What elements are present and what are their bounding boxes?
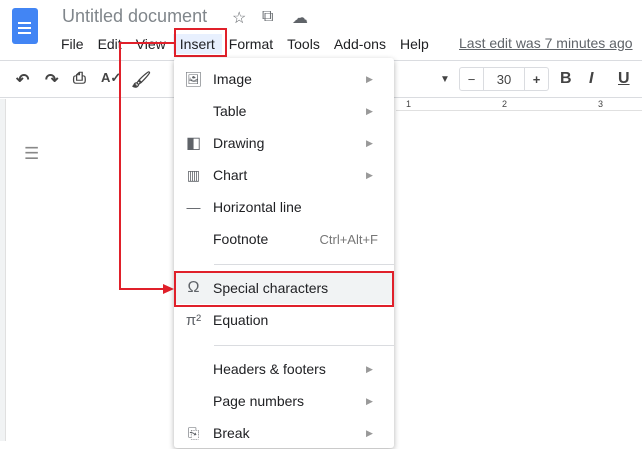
submenu-arrow-icon: ▶ <box>366 395 373 406</box>
submenu-arrow-icon: ▶ <box>366 137 373 148</box>
image-icon: 🖼 <box>184 70 203 87</box>
menu-item-equation[interactable]: π² Equation <box>174 304 394 336</box>
menu-separator <box>214 345 394 346</box>
submenu-arrow-icon: ▶ <box>366 169 373 180</box>
chart-icon: ▥ <box>186 166 201 183</box>
submenu-arrow-icon: ▶ <box>366 363 373 374</box>
menu-item-break[interactable]: ⎘ Break ▶ <box>174 417 394 449</box>
menu-item-page-numbers[interactable]: Page numbers ▶ <box>174 385 394 417</box>
submenu-arrow-icon: ▶ <box>366 105 373 116</box>
menu-item-horizontal-line[interactable]: — Horizontal line <box>174 191 394 223</box>
pi-icon: π² <box>185 311 202 329</box>
menu-item-footnote[interactable]: Footnote Ctrl+Alt+F <box>174 223 394 255</box>
menu-separator <box>214 264 394 265</box>
menu-item-drawing[interactable]: ◧ Drawing ▶ <box>174 127 394 159</box>
insert-menu: 🖼 Image ▶ Table ▶ ◧ Drawing ▶ ▥ Chart ▶ — Horizo… <box>174 58 394 448</box>
footnote-shortcut: Ctrl+Alt+F <box>319 231 378 247</box>
horizontal-line-icon: — <box>186 199 201 215</box>
break-icon: ⎘ <box>187 424 200 441</box>
menu-item-image[interactable]: 🖼 Image ▶ <box>174 63 394 95</box>
submenu-arrow-icon: ▶ <box>366 73 373 84</box>
menu-item-headers-footers[interactable]: Headers & footers ▶ <box>174 353 394 385</box>
drawing-icon: ◧ <box>185 135 202 152</box>
menu-item-table[interactable]: Table ▶ <box>174 95 394 127</box>
menu-item-chart[interactable]: ▥ Chart ▶ <box>174 159 394 191</box>
submenu-arrow-icon: ▶ <box>366 427 373 438</box>
annotation-box-special-characters <box>174 271 394 307</box>
